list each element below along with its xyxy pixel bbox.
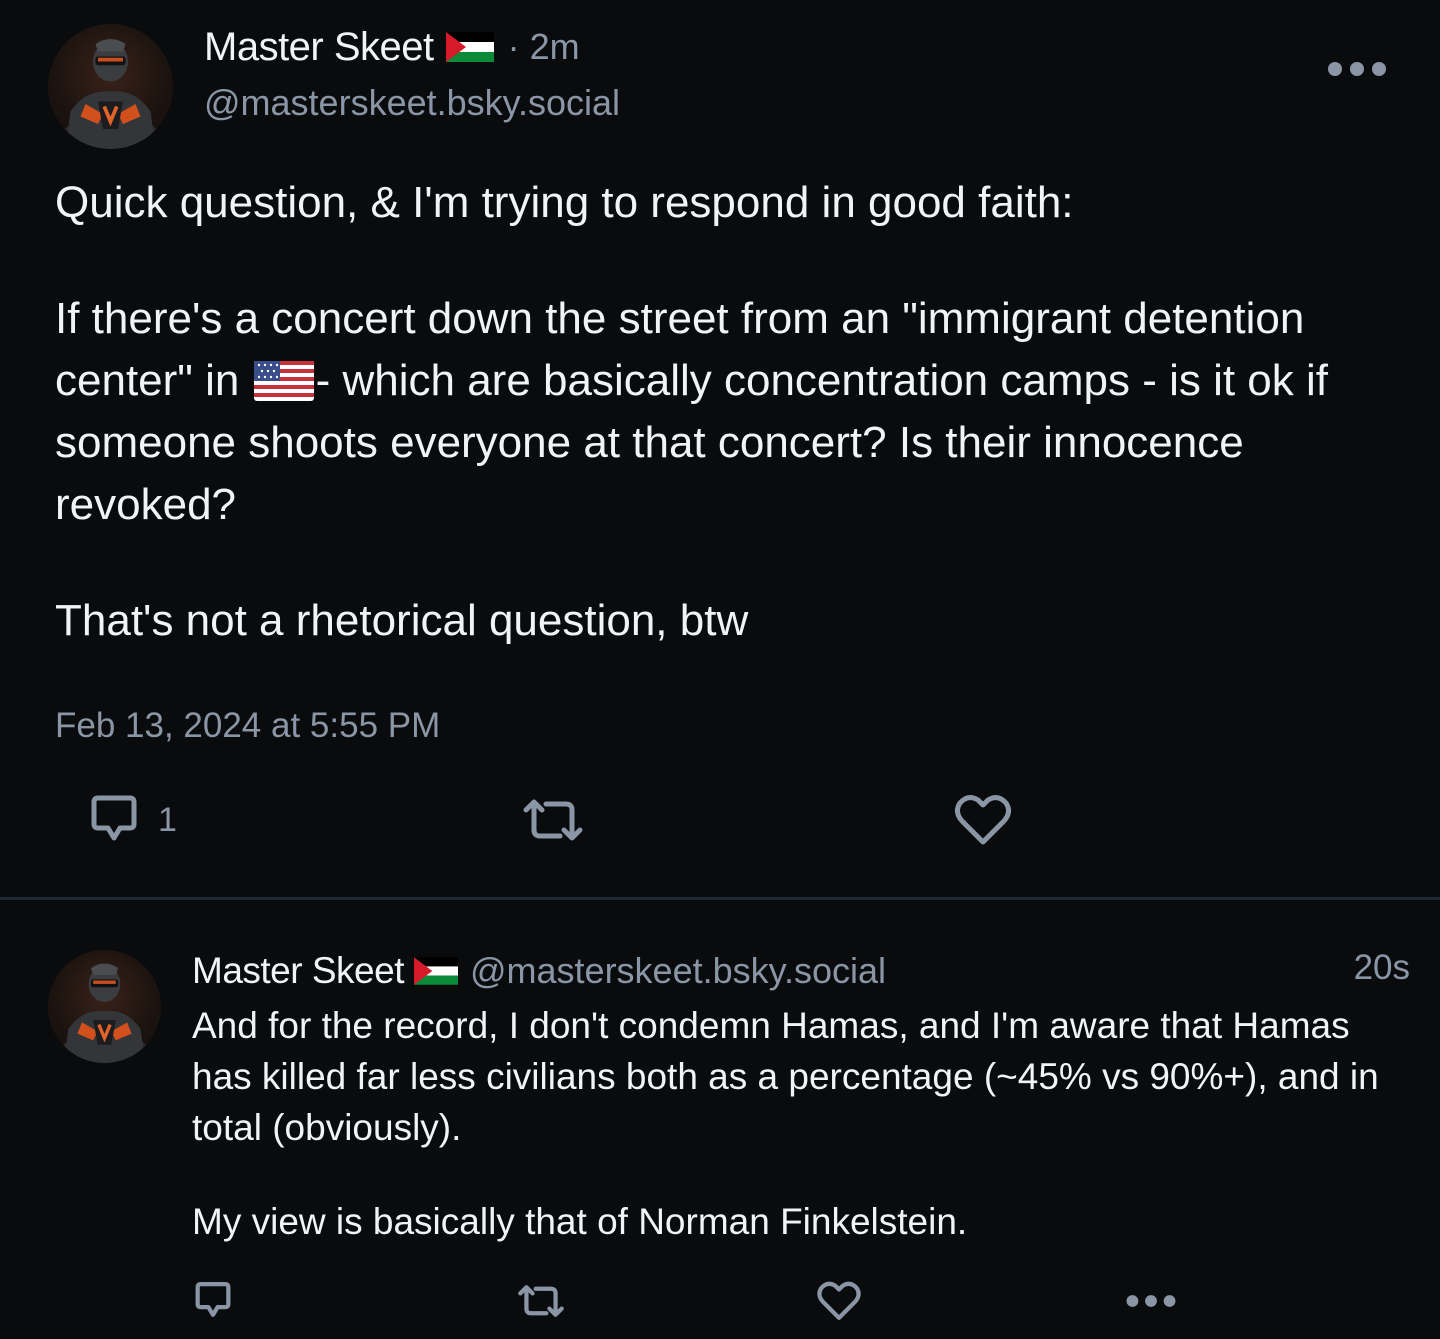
reply-author-avatar[interactable] — [48, 950, 161, 1063]
reply-author-handle[interactable]: @masterskeet.bsky.social — [470, 950, 886, 992]
repost-icon — [518, 1285, 564, 1317]
post-timestamp: Feb 13, 2024 at 5:55 PM — [55, 706, 441, 745]
post-paragraph: That's not a rhetorical question, btw — [55, 596, 749, 645]
reply-author-line: Master Skeet @masterskeet.bsky.social — [192, 946, 886, 996]
reply-paragraph: My view is basically that of Norman Fink… — [192, 1201, 968, 1242]
more-dots-icon — [1126, 1295, 1176, 1307]
reply-button[interactable]: 1 — [84, 790, 177, 850]
palestine-flag-icon — [445, 32, 494, 62]
comment-icon — [195, 1282, 231, 1317]
reply-author-display-name[interactable]: Master Skeet — [192, 950, 404, 992]
post-divider — [0, 897, 1440, 900]
reply-count: 1 — [158, 800, 177, 839]
post-paragraph: Quick question, & I'm trying to respond … — [55, 178, 1074, 227]
like-button[interactable] — [952, 790, 1014, 850]
us-flag-icon — [253, 361, 314, 401]
author-display-name[interactable]: Master Skeet — [204, 25, 434, 70]
reply-like-button[interactable] — [815, 1278, 863, 1324]
author-handle[interactable]: @masterskeet.bsky.social — [204, 82, 620, 124]
reply-repost-button[interactable] — [510, 1278, 572, 1324]
reply-time-ago: 20s — [1353, 948, 1410, 987]
armored-soldier-avatar-icon — [60, 39, 161, 149]
armored-soldier-avatar-icon — [59, 963, 150, 1063]
reply-reply-button[interactable] — [190, 1278, 236, 1324]
heart-icon — [954, 795, 1012, 845]
reply-paragraph: And for the record, I don't condemn Hama… — [192, 1005, 1379, 1148]
reply-more-options-button[interactable] — [1124, 1290, 1178, 1312]
more-options-button[interactable] — [1325, 56, 1389, 82]
repost-icon — [523, 799, 583, 841]
post-text: Quick question, & I'm trying to respond … — [55, 172, 1395, 652]
palestine-flag-icon — [413, 957, 458, 985]
post-time-ago: · 2m — [507, 26, 580, 67]
author-avatar[interactable] — [48, 24, 173, 149]
repost-button[interactable] — [518, 790, 588, 850]
author-line: Master Skeet · 2m — [204, 20, 580, 74]
post-paragraph: If there's a concert down the street fro… — [55, 288, 1395, 536]
more-dots-icon — [1328, 62, 1386, 76]
reply-text: And for the record, I don't condemn Hama… — [192, 1000, 1402, 1247]
heart-icon — [817, 1281, 861, 1320]
comment-icon — [91, 795, 137, 841]
main-post: Master Skeet · 2m @masterskeet.bsky.soci… — [0, 0, 1440, 897]
